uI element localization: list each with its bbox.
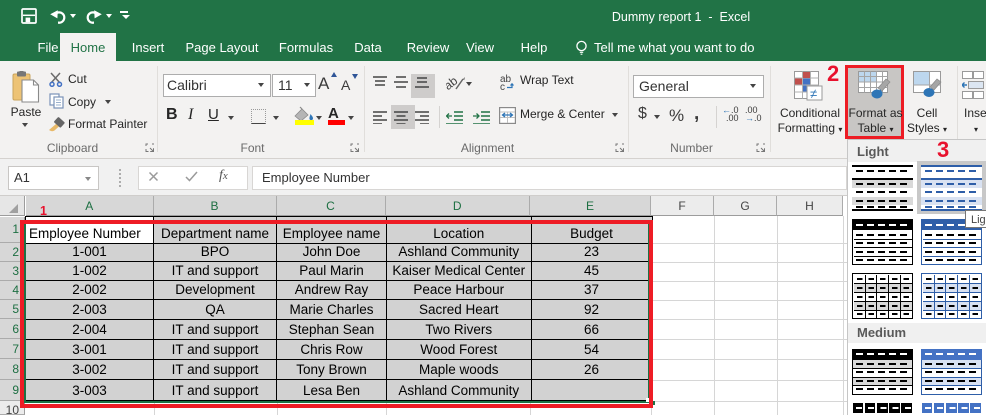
svg-text:≠: ≠ (810, 86, 817, 101)
svg-text:c: c (500, 82, 505, 91)
svg-text:ab: ab (446, 74, 461, 93)
